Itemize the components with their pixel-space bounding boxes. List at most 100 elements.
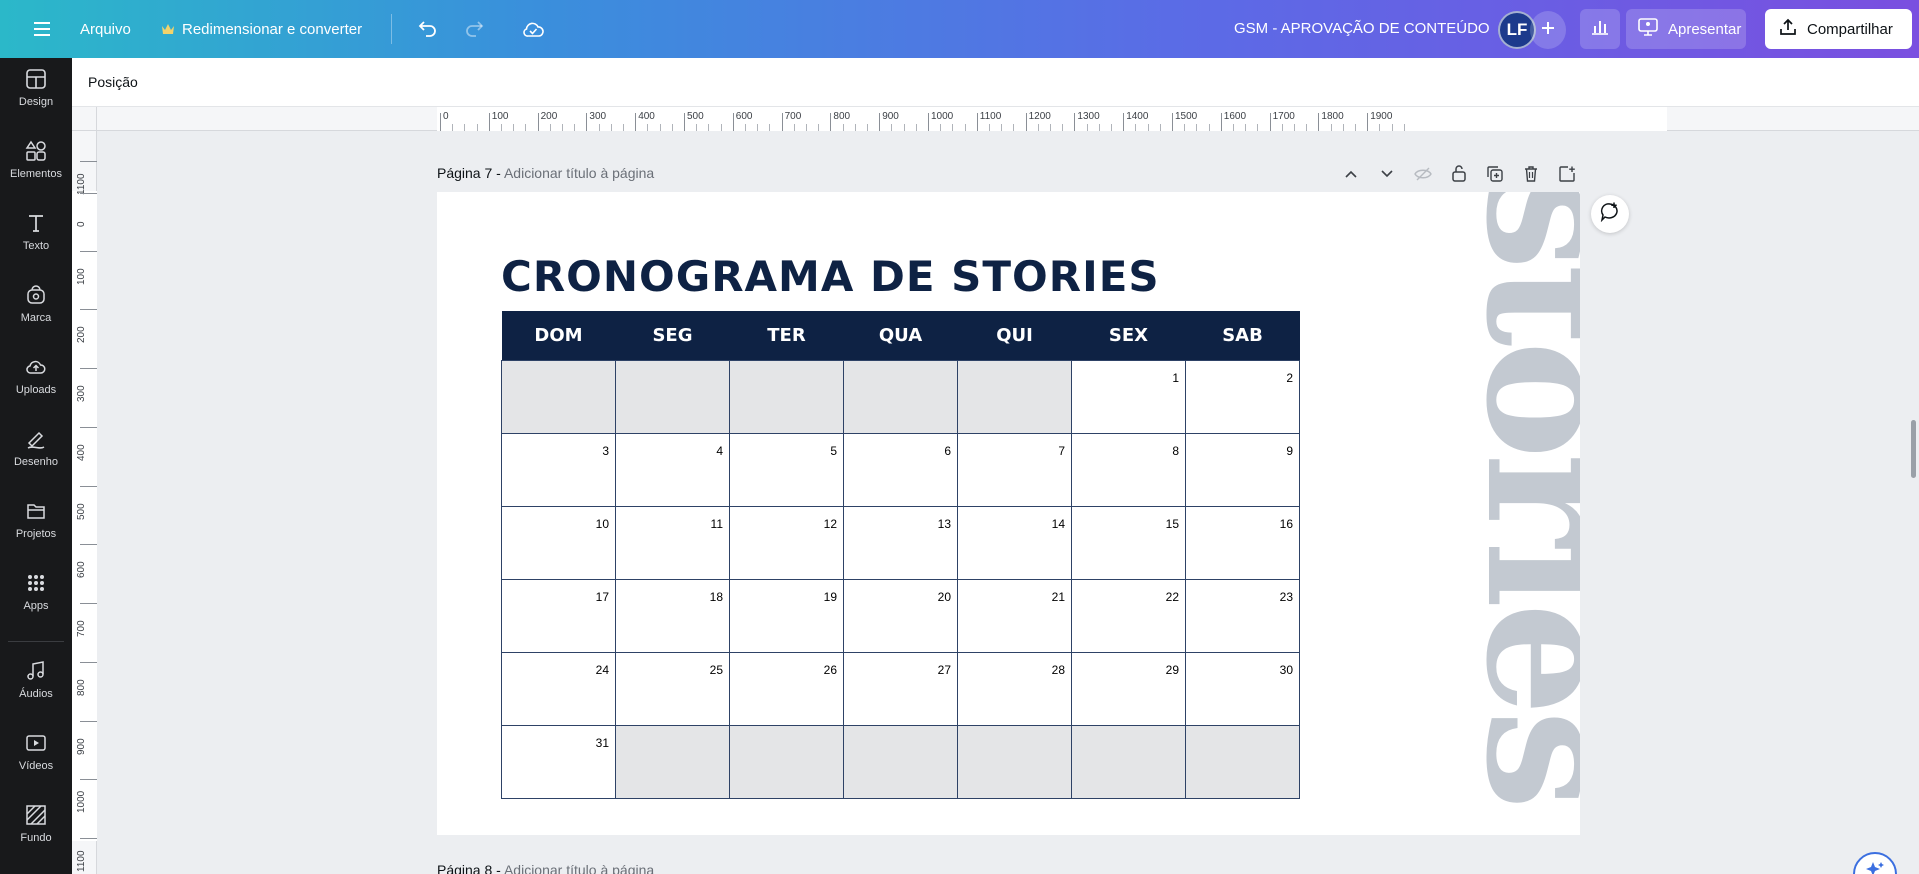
calendar-day-cell[interactable]: 10: [501, 505, 616, 580]
calendar-day-cell[interactable]: 3: [501, 432, 616, 507]
calendar-empty-cell[interactable]: [843, 359, 958, 434]
ruler-minor-tick: [940, 124, 942, 131]
duplicate-page-icon[interactable]: [1485, 164, 1504, 183]
sidebar-item-draw[interactable]: Desenho: [0, 418, 72, 478]
sidebar-item-brand[interactable]: Marca: [0, 274, 72, 334]
calendar-day-cell[interactable]: 12: [729, 505, 844, 580]
calendar-day-cell[interactable]: 16: [1185, 505, 1300, 580]
present-button[interactable]: Apresentar: [1626, 9, 1746, 49]
vertical-ruler[interactable]: 1100 0 100 200 300 400 500 600 700 800 900 1000 1100: [72, 131, 97, 874]
calendar-day-cell[interactable]: 4: [615, 432, 730, 507]
delete-page-icon[interactable]: [1521, 164, 1540, 183]
calendar-day-cell[interactable]: 6: [843, 432, 958, 507]
redo-button[interactable]: [454, 9, 494, 49]
add-page-icon[interactable]: [1557, 164, 1576, 183]
share-label: Compartilhar: [1807, 20, 1893, 38]
calendar-empty-cell[interactable]: [957, 724, 1072, 799]
sidebar-item-videos[interactable]: Vídeos: [0, 722, 72, 782]
position-button[interactable]: Posição: [88, 74, 138, 90]
sidebar-item-audio[interactable]: Áudios: [0, 650, 72, 710]
calendar-day-cell[interactable]: 31: [501, 724, 616, 799]
calendar-day-cell[interactable]: 14: [957, 505, 1072, 580]
design-page-7[interactable]: CRONOGRAMA DE STORIES DOM SEG TER QUA QUI SEX…: [437, 192, 1580, 835]
sidebar-item-projects[interactable]: Projetos: [0, 490, 72, 550]
ruler-minor-tick: [562, 124, 563, 131]
calendar-day-cell[interactable]: 9: [1185, 432, 1300, 507]
ruler-minor-tick: [1281, 124, 1283, 131]
design-title-text[interactable]: CRONOGRAMA DE STORIES: [501, 252, 1160, 301]
ruler-label: 600: [76, 561, 87, 578]
sidebar-item-background[interactable]: Fundo: [0, 794, 72, 854]
document-title[interactable]: GSM - APROVAÇÃO DE CONTEÚDO: [1234, 20, 1490, 37]
lock-page-icon[interactable]: [1449, 164, 1468, 183]
move-page-down-icon[interactable]: [1377, 164, 1396, 183]
calendar-day-cell[interactable]: 27: [843, 651, 958, 726]
move-page-up-icon[interactable]: [1341, 164, 1360, 183]
calendar-day-cell[interactable]: 21: [957, 578, 1072, 653]
calendar-day-cell[interactable]: 7: [957, 432, 1072, 507]
ruler-minor-tick: [1013, 124, 1015, 131]
sidebar-item-elements[interactable]: Elementos: [0, 130, 72, 190]
insights-button[interactable]: [1580, 9, 1620, 49]
calendar-empty-cell[interactable]: [843, 724, 958, 799]
ruler-minor-tick: [1233, 124, 1234, 131]
calendar-empty-cell[interactable]: [1185, 724, 1300, 799]
calendar-empty-cell[interactable]: [501, 359, 616, 434]
ruler-tick: [781, 113, 783, 131]
sidebar-item-apps[interactable]: Apps: [0, 562, 72, 622]
ruler-minor-tick: [1330, 124, 1332, 131]
calendar-day-cell[interactable]: 26: [729, 651, 844, 726]
ruler-tick: [684, 113, 685, 131]
page-title-input[interactable]: Adicionar título à página: [504, 862, 654, 874]
calendar-day-cell[interactable]: 1: [1071, 359, 1186, 434]
calendar-day-cell[interactable]: 11: [615, 505, 730, 580]
undo-button[interactable]: [408, 9, 448, 49]
calendar-empty-cell[interactable]: [615, 359, 730, 434]
file-menu-button[interactable]: Arquivo: [70, 9, 141, 49]
page-title-input[interactable]: Adicionar título à página: [504, 165, 654, 181]
calendar-day-cell[interactable]: 2: [1185, 359, 1300, 434]
calendar-day-cell[interactable]: 5: [729, 432, 844, 507]
hide-page-icon[interactable]: [1413, 164, 1432, 183]
calendar-day-cell[interactable]: 23: [1185, 578, 1300, 653]
ruler-minor-tick: [1342, 124, 1344, 131]
sidebar-item-uploads[interactable]: Uploads: [0, 346, 72, 406]
ruler-tick: [1220, 113, 1222, 131]
calendar-day-cell[interactable]: 22: [1071, 578, 1186, 653]
calendar-table[interactable]: DOM SEG TER QUA QUI SEX SAB 1 2 3 4 5 6 7 8 9 10 11 12 13 1…: [501, 311, 1300, 799]
ruler-minor-tick: [1379, 124, 1381, 131]
sidebar-item-design[interactable]: Design: [0, 58, 72, 118]
calendar-empty-cell[interactable]: [1071, 724, 1186, 799]
calendar-day-cell[interactable]: 30: [1185, 651, 1300, 726]
vertical-scrollbar[interactable]: [1911, 420, 1916, 478]
ruler-minor-tick: [464, 124, 466, 131]
calendar-empty-cell[interactable]: [729, 724, 844, 799]
calendar-day-cell[interactable]: 17: [501, 578, 616, 653]
calendar-day-cell[interactable]: 19: [729, 578, 844, 653]
calendar-day-cell[interactable]: 13: [843, 505, 958, 580]
add-collaborator-button[interactable]: [1530, 11, 1566, 49]
assistant-button[interactable]: [1853, 852, 1897, 874]
calendar-day-cell[interactable]: 8: [1071, 432, 1186, 507]
calendar-day-cell[interactable]: 24: [501, 651, 616, 726]
add-comment-button[interactable]: [1591, 195, 1629, 233]
save-status-button[interactable]: [512, 9, 554, 49]
resize-button[interactable]: Redimensionar e converter: [152, 9, 372, 49]
calendar-day-cell[interactable]: 15: [1071, 505, 1186, 580]
calendar-day-cell[interactable]: 18: [615, 578, 730, 653]
calendar-day-cell[interactable]: 28: [957, 651, 1072, 726]
calendar-empty-cell[interactable]: [957, 359, 1072, 434]
ruler-minor-tick: [952, 124, 954, 131]
calendar-empty-cell[interactable]: [729, 359, 844, 434]
main-menu-button[interactable]: [24, 9, 62, 49]
calendar-day-cell[interactable]: 25: [615, 651, 730, 726]
ruler-tick: [1025, 113, 1027, 131]
calendar-empty-cell[interactable]: [615, 724, 730, 799]
calendar-day-cell[interactable]: 20: [843, 578, 958, 653]
horizontal-ruler[interactable]: 0 100 200 300 400 500 600 700 800 900 1000 1100 1200…: [97, 107, 1919, 131]
calendar-day-cell[interactable]: 29: [1071, 651, 1186, 726]
share-button[interactable]: Compartilhar: [1765, 9, 1912, 49]
ruler-label: 700: [76, 620, 87, 637]
sidebar-item-text[interactable]: Texto: [0, 202, 72, 262]
decorative-stories-text[interactable]: stories: [1461, 192, 1580, 835]
